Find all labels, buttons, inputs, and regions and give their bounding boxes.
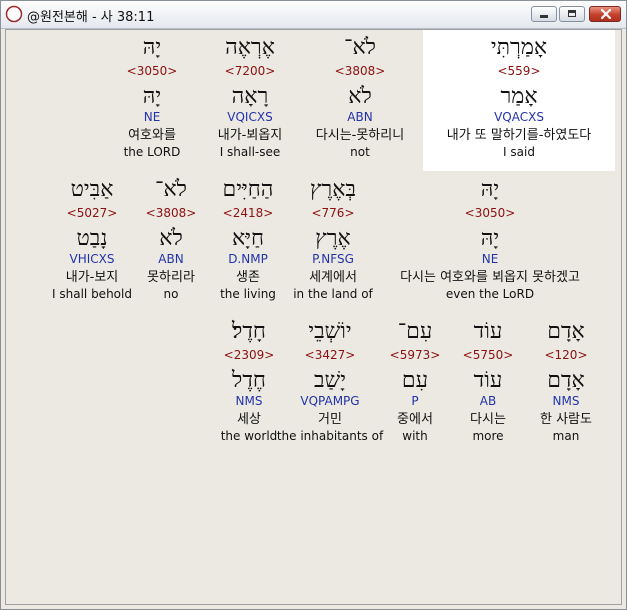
english-gloss: not (350, 145, 370, 159)
korean-gloss: 내가-뵈옵지 (217, 128, 283, 143)
strong-number[interactable]: <2309> (195, 347, 303, 364)
word-block[interactable]: אַבִּיט <5027> נָבַט VHICXS 내가-보지 I shall beh… (38, 175, 146, 303)
root-word: יָהּ (480, 226, 500, 251)
english-gloss: even the LoRD (445, 287, 535, 301)
root-word: לֹא (348, 84, 372, 109)
parsing-code: VQACXS (494, 110, 544, 124)
english-gloss: I said (503, 145, 535, 159)
english-gloss: I shall-see (219, 145, 281, 159)
root-word: אָמַר (500, 84, 538, 109)
word-block[interactable]: חָדֶל׃ <2309> חֶדֶל NMS 세상 the world (195, 317, 303, 445)
word-block[interactable]: יָהּ <3050> יָהּ NE 여호와를 the LORD (98, 33, 206, 161)
title-bar[interactable]: @원전본해 - 사 38:11 (1, 1, 626, 29)
korean-gloss: 여호와를 (128, 128, 176, 143)
window-title: @원전본해 - 사 38:11 (27, 10, 155, 25)
strong-number[interactable]: <559> (399, 63, 627, 80)
word-block[interactable]: יָהּ <3050> יָהּ NE 다시는 여호와를 뵈옵지 못하겠고 even th… (370, 175, 610, 303)
english-gloss: the world (220, 429, 278, 443)
close-icon (601, 9, 611, 19)
korean-gloss: 다시는-못하리니 (315, 128, 405, 143)
root-word: רָאָה (231, 84, 269, 109)
hebrew-word: יָהּ (480, 177, 500, 202)
root-word: יָהּ (142, 84, 162, 109)
parsing-code: NMS (235, 394, 263, 408)
root-word: נָבַט (76, 226, 108, 251)
korean-gloss: 내가 또 말하기를-하였도다 (446, 128, 592, 143)
strong-number[interactable]: <3050> (98, 63, 206, 80)
close-button[interactable] (589, 6, 621, 22)
hebrew-word: חָדֶל׃ (232, 319, 266, 344)
word-block[interactable]: אָמַרְתִּי <559> אָמַר VQACXS 내가 또 말하기를-하였도다… (399, 33, 627, 161)
interlinear-view: אָמַרְתִּי <559> אָמַר VQACXS 내가 또 말하기를-하였도다… (5, 29, 622, 605)
korean-gloss: 세상 (237, 412, 261, 427)
hebrew-word: אַבִּיט (70, 177, 114, 202)
maximize-icon (568, 10, 576, 17)
parsing-code: ABN (347, 110, 373, 124)
parsing-code: NE (143, 110, 161, 124)
maximize-button[interactable] (559, 6, 585, 22)
strong-number[interactable]: <3050> (370, 205, 610, 222)
root-word: חֶדֶל (232, 368, 266, 393)
word-block[interactable]: אֶרְאֶה <7200> רָאָה VQICXS 내가-뵈옵지 I shall-se… (196, 33, 304, 161)
word-block[interactable]: לֹא־ <3808> לֹא ABN 다시는-못하리니 not (306, 33, 414, 161)
korean-gloss: 다시는 여호와를 뵈옵지 못하겠고 (400, 270, 580, 285)
strong-number[interactable]: <7200> (196, 63, 304, 80)
compass-icon (5, 5, 23, 23)
hebrew-word: לֹא־ (344, 35, 376, 60)
minimize-icon (540, 15, 548, 18)
hebrew-word: יָהּ (142, 35, 162, 60)
parsing-code: VHICXS (69, 252, 115, 266)
strong-number[interactable]: <5027> (38, 205, 146, 222)
english-gloss: the LORD (123, 145, 181, 159)
korean-gloss: 내가-보지 (65, 270, 119, 285)
english-gloss: I shall behold (52, 287, 132, 301)
app-window: @원전본해 - 사 38:11 אָמַרְתִּי <559> אָמַר VQAC… (0, 0, 627, 610)
hebrew-word: אָמַרְתִּי (490, 35, 548, 60)
minimize-button[interactable] (531, 6, 557, 22)
parsing-code: NE (481, 252, 499, 266)
strong-number[interactable]: <3808> (306, 63, 414, 80)
hebrew-word: אֶרְאֶה (225, 35, 275, 60)
parsing-code: VQICXS (227, 110, 273, 124)
